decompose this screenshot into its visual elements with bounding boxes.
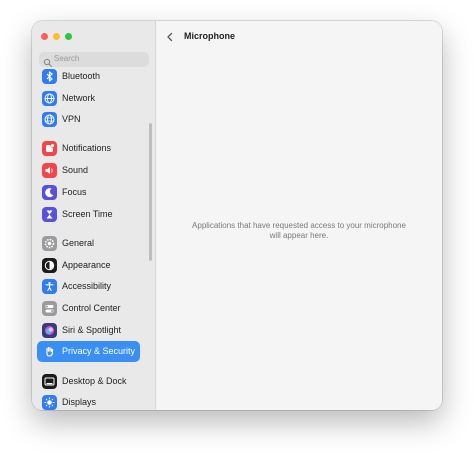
sidebar-item-label: VPN (62, 114, 81, 124)
sidebar-item-label: Appearance (62, 260, 111, 270)
sidebar-item-displays[interactable]: Displays (37, 392, 140, 410)
gear-icon (42, 236, 57, 251)
main-content: Microphone Applications that have reques… (156, 21, 442, 410)
dock-icon (42, 374, 57, 389)
sidebar-item-notifications[interactable]: Notifications (37, 138, 140, 159)
sidebar-item-label: Accessibility (62, 281, 112, 291)
sidebar-item-label: Bluetooth (62, 71, 101, 81)
speaker-icon (42, 163, 57, 178)
page-title: Microphone (184, 31, 235, 41)
sidebar-item-label: Focus (62, 187, 87, 197)
sidebar-item-label: General (62, 238, 95, 248)
sidebar-item-siri-spotlight[interactable]: Siri & Spotlight (37, 320, 140, 341)
search-placeholder: Search (54, 54, 80, 63)
hourglass-icon (42, 207, 57, 222)
sidebar-item-label: Screen Time (62, 209, 113, 219)
sidebar-item-bluetooth[interactable]: Bluetooth (37, 66, 140, 87)
sidebar-item-general[interactable]: General (37, 233, 140, 254)
chevron-left-icon[interactable] (164, 30, 176, 42)
sidebar-item-screen-time[interactable]: Screen Time (37, 204, 140, 225)
search-field[interactable]: Search (39, 52, 149, 68)
close-window-button[interactable] (41, 33, 48, 40)
sidebar-item-label: Siri & Spotlight (62, 325, 122, 335)
sidebar-item-label: Notifications (62, 143, 112, 153)
search-icon (43, 55, 53, 68)
siri-icon (42, 323, 57, 338)
bell-icon (42, 141, 57, 156)
appearance-icon (42, 258, 57, 273)
sidebar-item-label: Desktop & Dock (62, 376, 127, 386)
sidebar-item-desktop-dock[interactable]: Desktop & Dock (37, 371, 140, 392)
sidebar: Search Bluetooth Network VPN Notificatio… (32, 21, 156, 410)
accessibility-icon (42, 279, 57, 294)
vpn-globe-icon (42, 112, 57, 127)
sidebar-item-sound[interactable]: Sound (37, 160, 140, 181)
sidebar-item-accessibility[interactable]: Accessibility (37, 276, 140, 297)
sun-icon (42, 395, 57, 410)
sidebar-item-label: Control Center (62, 303, 121, 313)
globe-icon (42, 91, 57, 106)
sidebar-item-appearance[interactable]: Appearance (37, 255, 140, 276)
sidebar-item-label: Sound (62, 165, 89, 175)
sidebar-item-network[interactable]: Network (37, 88, 140, 109)
control-center-icon (42, 301, 57, 316)
moon-icon (42, 185, 57, 200)
sidebar-item-focus[interactable]: Focus (37, 182, 140, 203)
sidebar-item-label: Privacy & Security (62, 346, 136, 356)
sidebar-item-label: Network (62, 93, 96, 103)
empty-state-message: Applications that have requested access … (192, 221, 406, 240)
hand-icon (42, 344, 57, 359)
zoom-window-button[interactable] (65, 33, 72, 40)
settings-window: Search Bluetooth Network VPN Notificatio… (32, 21, 442, 410)
sidebar-item-privacy-security[interactable]: Privacy & Security (37, 341, 140, 362)
sidebar-item-control-center[interactable]: Control Center (37, 298, 140, 319)
sidebar-item-label: Displays (62, 397, 97, 407)
minimize-window-button[interactable] (53, 33, 60, 40)
bluetooth-icon (42, 69, 57, 84)
sidebar-scrollbar[interactable] (149, 123, 152, 261)
sidebar-item-vpn[interactable]: VPN (37, 109, 140, 130)
